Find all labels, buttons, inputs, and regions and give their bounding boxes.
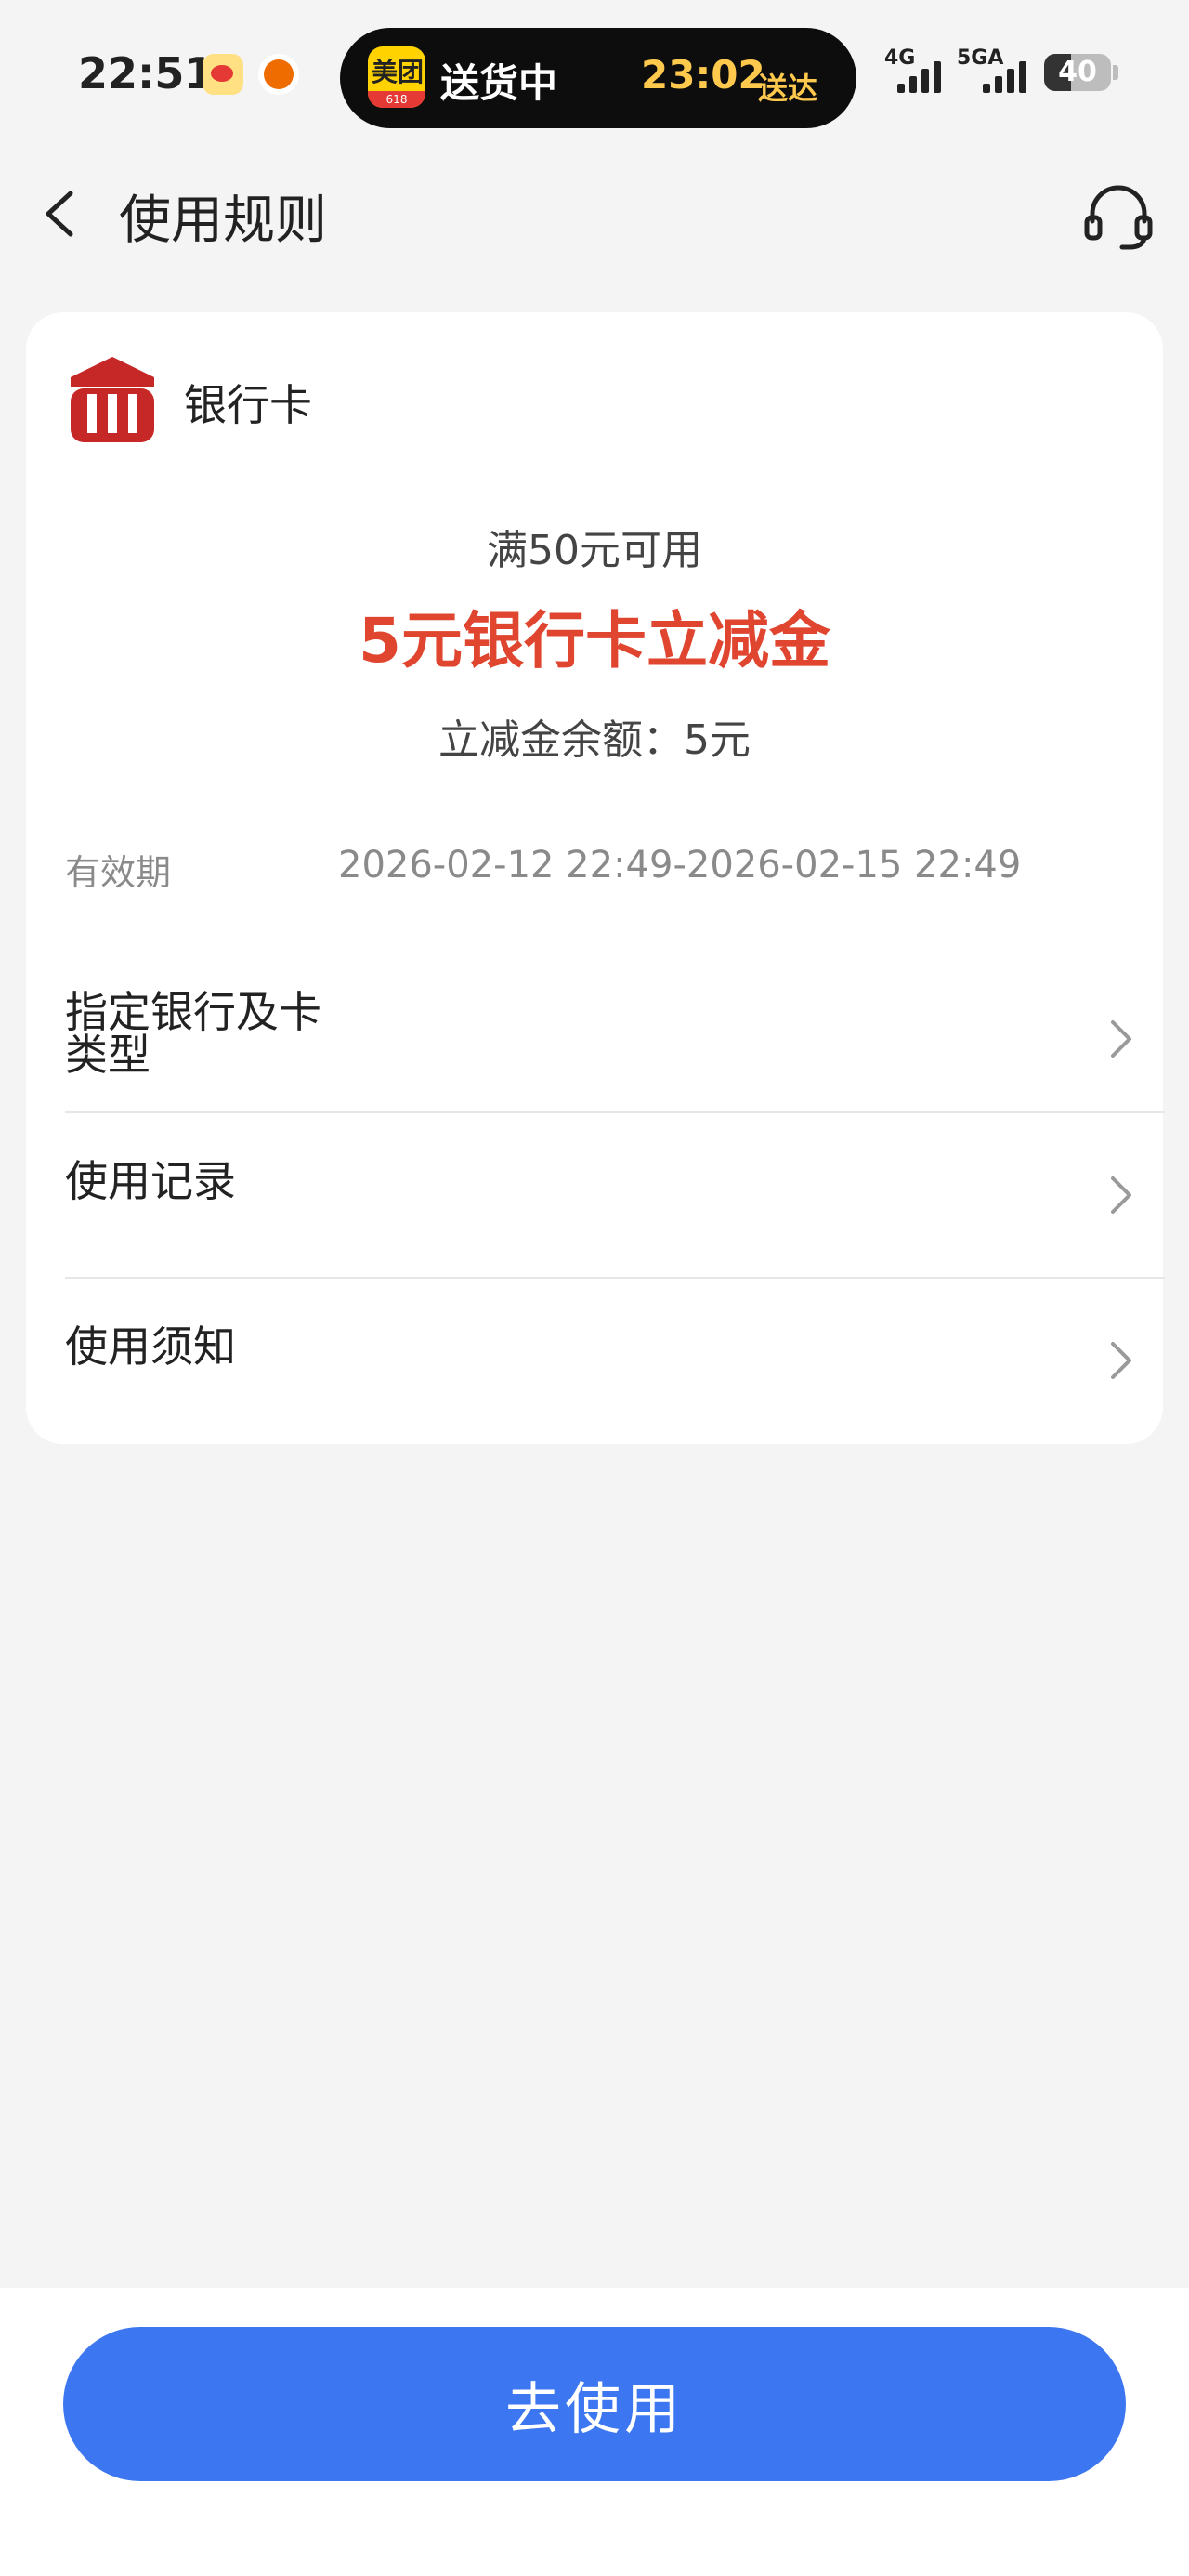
island-eta-suffix: 送达	[758, 71, 818, 106]
status-time: 22:51	[78, 48, 215, 99]
divider	[65, 1277, 1165, 1279]
meituan-logo-icon: 美团 618	[368, 46, 425, 108]
row-bank-card-type[interactable]: 指定银行及卡 类型	[65, 991, 1139, 1102]
dynamic-island-delivery[interactable]: 美团 618 送货中 23:02 送达	[340, 28, 856, 128]
coupon-threshold: 满50元可用	[487, 527, 702, 574]
validity-label: 有效期	[65, 852, 172, 893]
headset-icon	[1084, 185, 1153, 250]
divider	[65, 1111, 1165, 1113]
battery-level: 40	[1058, 56, 1097, 88]
island-eta-time: 23:02	[641, 52, 765, 98]
status-bar: 22:51 美团 618 送货中 23:02 送达 4G 5GA 40	[0, 0, 1189, 139]
chevron-right-icon	[1102, 1011, 1139, 1067]
bank-card-icon	[65, 349, 160, 450]
chevron-right-icon	[1102, 1333, 1139, 1388]
coupon-title: 5元银行卡立减金	[359, 605, 830, 677]
bottom-action-bar: 去使用	[0, 2288, 1189, 2576]
customer-service-button[interactable]	[1076, 173, 1161, 258]
island-logo-sub: 618	[368, 91, 425, 108]
battery-tip	[1113, 65, 1118, 80]
signal-5ga-icon	[983, 56, 1026, 93]
island-logo-text: 美团	[372, 57, 425, 87]
row-usage-record[interactable]: 使用记录	[65, 1160, 1139, 1234]
island-status-text: 送货中	[440, 60, 558, 106]
page: 22:51 美团 618 送货中 23:02 送达 4G 5GA 40 使用规则…	[0, 0, 1189, 2576]
weibo-icon	[203, 54, 243, 95]
battery-icon: 40	[1044, 54, 1111, 91]
validity-value: 2026-02-12 22:49-2026-02-15 22:49	[338, 844, 1022, 887]
back-button[interactable]	[28, 177, 102, 251]
coupon-card: 银行卡 满50元可用 5元银行卡立减金 立减金余额：5元 有效期 2026-02…	[26, 312, 1165, 1444]
page-title: 使用规则	[119, 191, 327, 251]
use-coupon-button[interactable]: 去使用	[63, 2327, 1126, 2481]
bank-name: 银行卡	[184, 380, 312, 430]
coupon-balance: 立减金余额：5元	[438, 716, 751, 764]
notification-app-icon	[258, 54, 299, 95]
row-bank-card-type-label-2: 类型	[65, 1030, 150, 1080]
chevron-right-icon	[1102, 1167, 1139, 1223]
chevron-left-icon	[46, 191, 73, 237]
row-bank-card-type-label-1: 指定银行及卡	[65, 987, 321, 1037]
row-usage-notice-label: 使用须知	[65, 1321, 236, 1372]
page-header: 使用规则	[0, 139, 1189, 288]
row-usage-record-label: 使用记录	[65, 1156, 236, 1206]
row-usage-notice[interactable]: 使用须知	[65, 1325, 1139, 1400]
signal-4g-icon	[897, 56, 941, 93]
